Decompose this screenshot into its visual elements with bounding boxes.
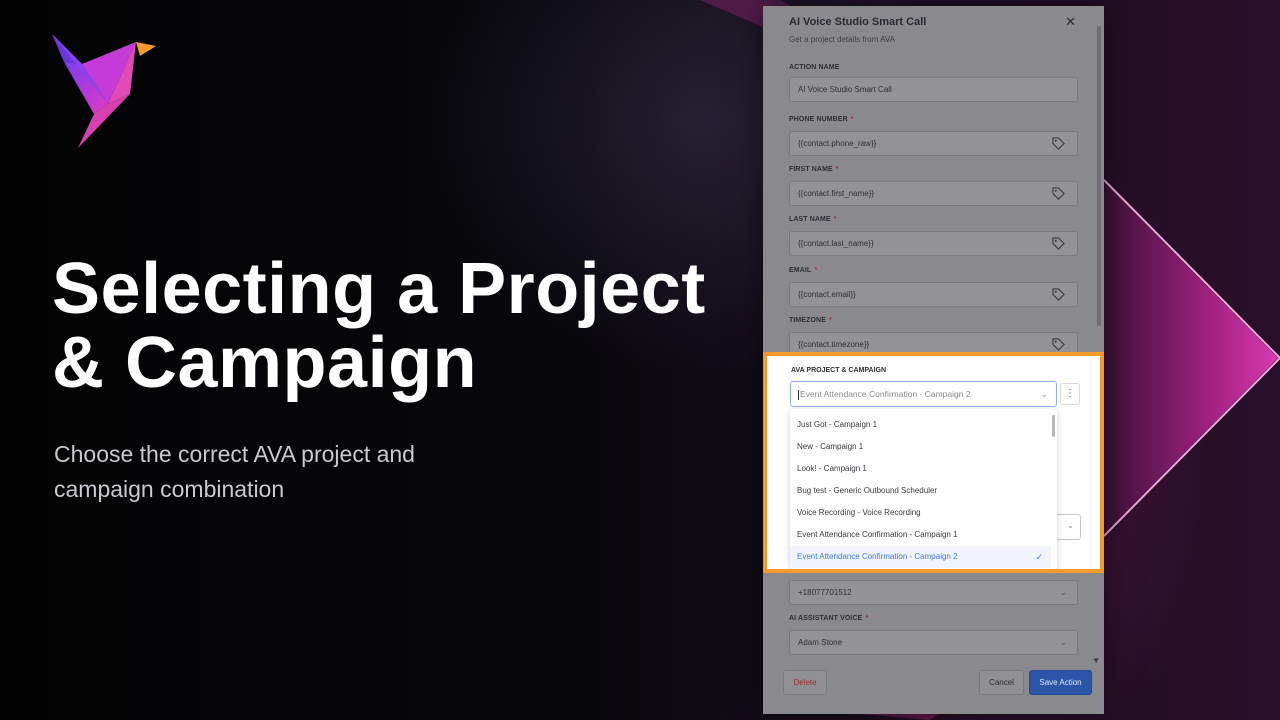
project-campaign-select[interactable]: Event Attendance Confirmation - Campaign…: [790, 381, 1057, 407]
tag-icon[interactable]: [1052, 338, 1065, 351]
page-subtitle-line1: Choose the correct AVA project and: [54, 441, 415, 467]
chevron-down-icon: ⌄: [1067, 521, 1074, 530]
last-name-value: {{contact.last_name}}: [798, 239, 874, 248]
first-name-value: {{contact.first_name}}: [798, 189, 875, 198]
project-campaign-highlight: AVA PROJECT & CAMPAIGN Event Attendance …: [763, 352, 1104, 573]
scroll-down-icon[interactable]: ▼: [1092, 656, 1100, 665]
required-marker: *: [828, 317, 832, 324]
page-title: Selecting a Project & Campaign: [52, 252, 752, 400]
from-number-value: +18077701512: [798, 588, 852, 597]
email-label: EMAIL *: [789, 267, 817, 274]
email-input[interactable]: {{contact.email}}: [789, 282, 1078, 307]
last-name-label-text: LAST NAME: [789, 216, 831, 223]
panel-subtitle: Get a project details from AVA: [789, 35, 895, 44]
hidden-select-edge[interactable]: ⌄: [1057, 514, 1081, 540]
dropdown-option[interactable]: Voice Recording - Voice Recording: [790, 502, 1051, 524]
dropdown-option-selected-label: Event Attendance Confirmation - Campaign…: [797, 552, 958, 561]
assistant-voice-label-text: AI ASSISTANT VOICE: [789, 615, 863, 622]
assistant-voice-value: Adam Stone: [798, 638, 843, 647]
required-marker: *: [835, 166, 839, 173]
chevron-down-icon: ⌄: [1059, 637, 1067, 647]
more-options-button[interactable]: ⋮: [1060, 383, 1080, 405]
dropdown-option[interactable]: Just Got - Campaign 1: [790, 414, 1051, 436]
phone-number-input[interactable]: {{contact.phone_raw}}: [789, 131, 1078, 156]
timezone-label: TIMEZONE *: [789, 317, 832, 324]
check-icon: ✓: [1035, 552, 1043, 562]
tag-icon[interactable]: [1052, 237, 1065, 250]
dropdown-option[interactable]: Bug test - Generic Outbound Scheduler: [790, 480, 1051, 502]
required-marker: *: [850, 116, 854, 123]
tag-icon[interactable]: [1052, 137, 1065, 150]
dropdown-scrollbar[interactable]: [1052, 415, 1055, 437]
assistant-voice-select[interactable]: Adam Stone ⌄: [789, 630, 1078, 655]
action-name-input[interactable]: AI Voice Studio Smart Call: [789, 77, 1078, 102]
save-action-button[interactable]: Save Action: [1029, 670, 1092, 695]
last-name-label: LAST NAME *: [789, 216, 837, 223]
project-campaign-label: AVA PROJECT & CAMPAIGN: [791, 367, 887, 374]
phone-number-label-text: PHONE NUMBER: [789, 116, 848, 123]
action-name-label: ACTION NAME: [789, 64, 840, 71]
dropdown-option[interactable]: Look! - Campaign 1: [790, 458, 1051, 480]
action-name-label-text: ACTION NAME: [789, 64, 840, 71]
page-title-line1: Selecting a Project: [52, 249, 706, 329]
panel-scrollbar-thumb[interactable]: [1097, 26, 1101, 326]
from-number-select[interactable]: +18077701512 ⌄: [789, 580, 1078, 605]
dropdown-option[interactable]: Event Attendance Confirmation - Campaign…: [790, 524, 1051, 546]
last-name-input[interactable]: {{contact.last_name}}: [789, 231, 1078, 256]
page-subtitle: Choose the correct AVA project and campa…: [54, 437, 514, 507]
first-name-label-text: FIRST NAME: [789, 166, 833, 173]
email-label-text: EMAIL: [789, 267, 812, 274]
required-marker: *: [814, 267, 818, 274]
cancel-button[interactable]: Cancel: [979, 670, 1024, 695]
tag-icon[interactable]: [1052, 288, 1065, 301]
page-subtitle-line2: campaign combination: [54, 476, 285, 502]
text-cursor: [798, 389, 799, 400]
page-title-line2: & Campaign: [52, 323, 478, 403]
first-name-input[interactable]: {{contact.first_name}}: [789, 181, 1078, 206]
timezone-label-text: TIMEZONE: [789, 317, 826, 324]
first-name-label: FIRST NAME *: [789, 166, 839, 173]
action-name-value: AI Voice Studio Smart Call: [798, 85, 892, 94]
dropdown-option[interactable]: New - Campaign 1: [790, 436, 1051, 458]
required-marker: *: [833, 216, 837, 223]
assistant-voice-label: AI ASSISTANT VOICE *: [789, 615, 868, 622]
project-campaign-placeholder: Event Attendance Confirmation - Campaign…: [800, 389, 971, 399]
close-icon[interactable]: ✕: [1065, 14, 1076, 30]
project-campaign-dropdown: Just Got - Campaign 1 New - Campaign 1 L…: [790, 409, 1057, 569]
chevron-down-icon: ⌄: [1040, 389, 1048, 399]
timezone-value: {{contact.timezone}}: [798, 340, 870, 349]
required-marker: *: [865, 615, 869, 622]
delete-button[interactable]: Delete: [783, 670, 827, 695]
dropdown-option-selected[interactable]: Event Attendance Confirmation - Campaign…: [790, 546, 1051, 568]
panel-title: AI Voice Studio Smart Call: [789, 16, 927, 28]
chevron-down-icon: ⌄: [1059, 587, 1067, 597]
bird-logo-icon: [52, 34, 156, 148]
phone-number-label: PHONE NUMBER *: [789, 116, 854, 123]
tag-icon[interactable]: [1052, 187, 1065, 200]
phone-number-value: {{contact.phone_raw}}: [798, 139, 877, 148]
email-value: {{contact.email}}: [798, 290, 856, 299]
